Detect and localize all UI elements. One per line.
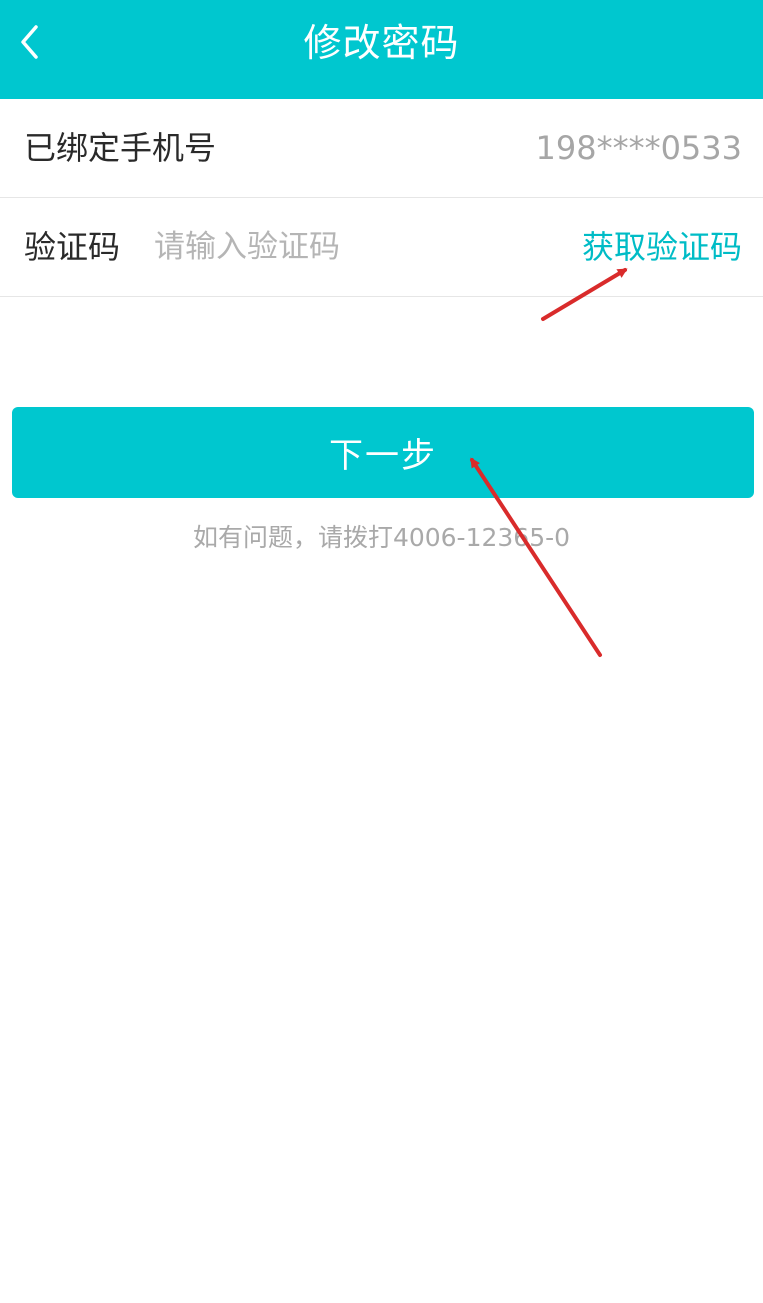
verification-code-input[interactable] xyxy=(154,222,554,272)
phone-label: 已绑定手机号 xyxy=(24,129,217,167)
get-code-button[interactable]: 获取验证码 xyxy=(582,198,742,297)
header-bar: 修改密码 xyxy=(0,0,763,99)
next-step-button[interactable]: 下一步 xyxy=(12,407,754,498)
help-text: 如有问题，请拨打4006-12365-0 xyxy=(192,523,571,552)
phone-row: 已绑定手机号 198****0533 xyxy=(0,99,763,198)
page-title: 修改密码 xyxy=(303,21,460,65)
verification-code-row: 验证码 获取验证码 xyxy=(0,198,763,297)
phone-value: 198****0533 xyxy=(535,129,742,167)
code-label: 验证码 xyxy=(24,228,121,266)
